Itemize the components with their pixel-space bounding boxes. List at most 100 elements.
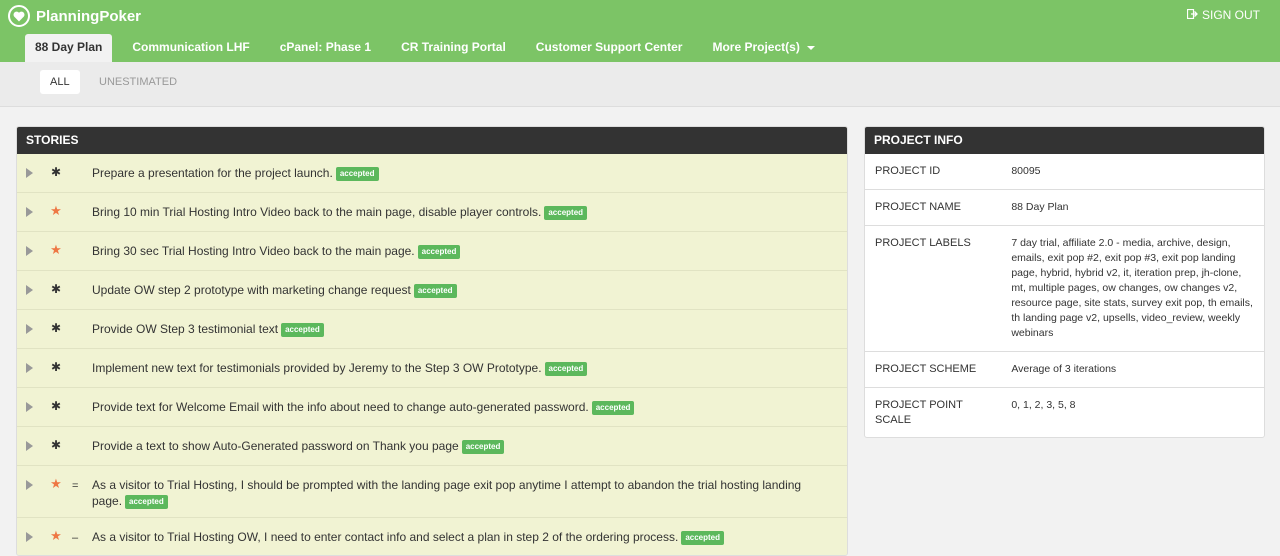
sign-out-button[interactable]: SIGN OUT bbox=[1186, 8, 1260, 22]
stories-header: STORIES bbox=[17, 127, 847, 154]
info-row-project-point-scale: PROJECT POINT SCALE 0, 1, 2, 3, 5, 8 bbox=[865, 388, 1264, 437]
story-title: As a visitor to Trial Hosting OW, I need… bbox=[92, 530, 679, 544]
status-badge: accepted bbox=[125, 494, 168, 509]
priority-dash-icon: – bbox=[72, 532, 79, 544]
app-name: PlanningPoker bbox=[36, 7, 142, 25]
filter-all[interactable]: ALL bbox=[40, 70, 80, 94]
status-badge: accepted bbox=[681, 530, 724, 545]
tab-label: cPanel: Phase 1 bbox=[279, 40, 372, 54]
expand-arrow-icon[interactable] bbox=[26, 480, 33, 490]
sign-out-label: SIGN OUT bbox=[1201, 8, 1260, 22]
info-row-project-name: PROJECT NAME 88 Day Plan bbox=[865, 190, 1264, 226]
expand-arrow-icon[interactable] bbox=[26, 207, 33, 217]
star-icon: ★ bbox=[50, 476, 62, 491]
top-nav: PlanningPoker SIGN OUT 88 Day Plan Commu… bbox=[0, 0, 1280, 62]
tab-label: 88 Day Plan bbox=[35, 40, 103, 54]
tab-customer-support-center[interactable]: Customer Support Center bbox=[521, 34, 698, 62]
story-title: Provide a text to show Auto-Generated pa… bbox=[92, 439, 459, 453]
status-badge: accepted bbox=[461, 439, 505, 454]
story-title: Provide text for Welcome Email with the … bbox=[92, 400, 589, 414]
story-row[interactable]: ★ = As a visitor to Trial Hosting, I sho… bbox=[17, 466, 847, 518]
expand-arrow-icon[interactable] bbox=[26, 168, 33, 178]
info-value: 80095 bbox=[1011, 165, 1041, 177]
story-text: Update OW step 2 prototype with marketin… bbox=[92, 282, 827, 298]
story-text: Bring 30 sec Trial Hosting Intro Video b… bbox=[92, 243, 827, 259]
story-title: Prepare a presentation for the project l… bbox=[92, 166, 333, 180]
story-row[interactable]: ★ – As a visitor to Trial Hosting OW, I … bbox=[17, 518, 847, 555]
story-row[interactable]: ★ Bring 10 min Trial Hosting Intro Video… bbox=[17, 193, 847, 232]
priority-equal-icon: = bbox=[72, 480, 79, 492]
tab-communication-lhf[interactable]: Communication LHF bbox=[117, 34, 264, 62]
tab-label: Communication LHF bbox=[132, 40, 250, 54]
story-row[interactable]: ✱ Update OW step 2 prototype with market… bbox=[17, 271, 847, 310]
info-value: 7 day trial, affiliate 2.0 - media, arch… bbox=[1011, 237, 1253, 339]
story-row[interactable]: ✱ Prepare a presentation for the project… bbox=[17, 154, 847, 193]
status-badge: accepted bbox=[281, 322, 324, 337]
status-badge: accepted bbox=[335, 166, 379, 181]
status-badge: accepted bbox=[544, 205, 588, 220]
status-badge: accepted bbox=[413, 283, 457, 298]
info-row-project-id: PROJECT ID 80095 bbox=[865, 154, 1264, 190]
story-row[interactable]: ✱ Provide text for Welcome Email with th… bbox=[17, 388, 847, 427]
info-value: 0, 1, 2, 3, 5, 8 bbox=[1011, 399, 1076, 411]
gear-icon: ✱ bbox=[50, 282, 62, 296]
star-icon: ★ bbox=[50, 242, 62, 257]
expand-arrow-icon[interactable] bbox=[26, 441, 33, 451]
status-badge: accepted bbox=[417, 244, 461, 259]
status-badge: accepted bbox=[544, 361, 588, 376]
story-row[interactable]: ★ Bring 30 sec Trial Hosting Intro Video… bbox=[17, 232, 847, 271]
info-value: 88 Day Plan bbox=[1011, 201, 1069, 213]
expand-arrow-icon[interactable] bbox=[26, 363, 33, 373]
story-row[interactable]: ✱ Provide OW Step 3 testimonial text acce… bbox=[17, 310, 847, 349]
story-text: Provide OW Step 3 testimonial text accept… bbox=[92, 321, 827, 337]
caret-down-icon bbox=[807, 45, 816, 50]
gear-icon: ✱ bbox=[50, 321, 62, 335]
story-text: Prepare a presentation for the project l… bbox=[92, 165, 827, 181]
sign-out-icon bbox=[1186, 8, 1198, 22]
info-value: Average of 3 iterations bbox=[1011, 363, 1117, 375]
filter-unestimated[interactable]: UNESTIMATED bbox=[89, 70, 187, 94]
story-title: As a visitor to Trial Hosting, I should … bbox=[92, 478, 802, 508]
story-row[interactable]: ✱ Provide a text to show Auto-Generated … bbox=[17, 427, 847, 466]
expand-arrow-icon[interactable] bbox=[26, 402, 33, 412]
gear-icon: ✱ bbox=[50, 399, 62, 413]
story-text: As a visitor to Trial Hosting OW, I need… bbox=[92, 529, 827, 545]
story-row[interactable]: ✱ Implement new text for testimonials pr… bbox=[17, 349, 847, 388]
tab-more-projects[interactable]: More Project(s) bbox=[697, 34, 830, 62]
info-label: PROJECT POINT SCALE bbox=[875, 399, 963, 426]
tab-label: CR Training Portal bbox=[401, 40, 506, 54]
tab-label: Customer Support Center bbox=[535, 40, 683, 54]
star-icon: ★ bbox=[50, 203, 62, 218]
info-label: PROJECT LABELS bbox=[875, 237, 971, 249]
story-title: Update OW step 2 prototype with marketin… bbox=[92, 283, 411, 297]
tab-cpanel-phase-1[interactable]: cPanel: Phase 1 bbox=[265, 34, 386, 62]
expand-arrow-icon[interactable] bbox=[26, 532, 33, 542]
expand-arrow-icon[interactable] bbox=[26, 246, 33, 256]
info-label: PROJECT NAME bbox=[875, 201, 961, 213]
gear-icon: ✱ bbox=[50, 165, 62, 179]
story-text: Bring 10 min Trial Hosting Intro Video b… bbox=[92, 204, 827, 220]
story-title: Bring 30 sec Trial Hosting Intro Video b… bbox=[92, 244, 415, 258]
stories-panel: STORIES ✱ Prepare a presentation for the… bbox=[16, 126, 848, 556]
heart-icon bbox=[8, 5, 30, 27]
story-text: Provide text for Welcome Email with the … bbox=[92, 399, 827, 415]
project-info-panel: PROJECT INFO PROJECT ID 80095 PROJECT NA… bbox=[864, 126, 1265, 438]
info-label: PROJECT ID bbox=[875, 165, 941, 177]
gear-icon: ✱ bbox=[50, 360, 62, 374]
story-title: Provide OW Step 3 testimonial text bbox=[92, 322, 279, 336]
project-tabs: 88 Day Plan Communication LHF cPanel: Ph… bbox=[25, 34, 830, 62]
expand-arrow-icon[interactable] bbox=[26, 324, 33, 334]
logo[interactable]: PlanningPoker bbox=[8, 4, 141, 28]
info-row-project-scheme: PROJECT SCHEME Average of 3 iterations bbox=[865, 352, 1264, 388]
tab-88-day-plan[interactable]: 88 Day Plan bbox=[25, 34, 113, 62]
story-text: As a visitor to Trial Hosting, I should … bbox=[92, 477, 827, 509]
star-icon: ★ bbox=[50, 528, 62, 543]
info-label: PROJECT SCHEME bbox=[875, 363, 977, 375]
tab-cr-training-portal[interactable]: CR Training Portal bbox=[386, 34, 521, 62]
story-text: Implement new text for testimonials prov… bbox=[92, 360, 827, 376]
story-title: Implement new text for testimonials prov… bbox=[92, 361, 542, 375]
status-badge: accepted bbox=[591, 400, 635, 415]
tab-label: More Project(s) bbox=[712, 40, 800, 54]
expand-arrow-icon[interactable] bbox=[26, 285, 33, 295]
project-info-header: PROJECT INFO bbox=[865, 127, 1264, 154]
